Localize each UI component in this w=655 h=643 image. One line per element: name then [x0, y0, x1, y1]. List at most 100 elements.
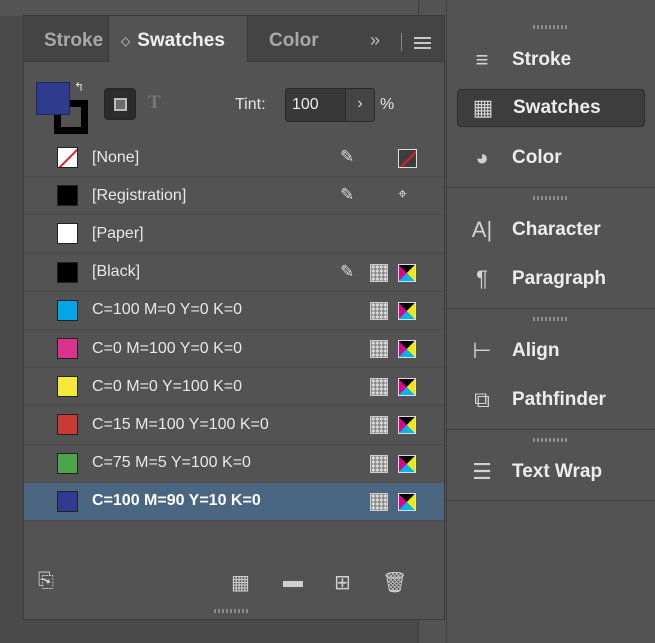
swatch-view-icon[interactable]: ▦: [231, 570, 250, 595]
swatch-row-magenta[interactable]: C=0 M=100 Y=0 K=0: [24, 330, 444, 369]
process-color-icon: [370, 416, 388, 435]
delete-swatch-icon[interactable]: 🗑: [382, 570, 407, 595]
swatch-chip: [57, 452, 78, 474]
dock-item-label: Pathfinder: [512, 389, 606, 410]
tab-bar-divider: [401, 33, 402, 51]
formatting-affects-container-button[interactable]: [104, 88, 136, 120]
dock-item-character[interactable]: A| Character: [457, 211, 645, 249]
dock-group-grip[interactable]: [533, 438, 567, 442]
formatting-affects-text-icon[interactable]: T: [148, 92, 161, 114]
panel-resize-grip[interactable]: [214, 609, 250, 613]
cannot-edit-icon: ✎: [340, 185, 355, 205]
dock-group-grip[interactable]: [533, 196, 567, 200]
swatch-chip: [57, 376, 78, 398]
cmyk-mode-icon: [398, 492, 416, 511]
swatch-chip: [57, 299, 78, 321]
swatch-row-paper[interactable]: [Paper]: [24, 215, 444, 254]
tab-stroke-label: Stroke: [44, 30, 104, 51]
dock-item-label: Swatches: [513, 97, 601, 118]
collapse-panel-icon[interactable]: »: [370, 30, 380, 51]
dock-item-text-wrap[interactable]: ☰ Text Wrap: [457, 453, 645, 491]
dock-group-grip[interactable]: [533, 25, 567, 29]
dock-item-align[interactable]: ⊢ Align: [457, 332, 645, 370]
dock-item-label: Color: [512, 147, 562, 168]
new-swatch-icon[interactable]: ⊞: [334, 570, 351, 595]
align-icon: ⊢: [472, 338, 492, 363]
swatch-row-red[interactable]: C=15 M=100 Y=100 K=0: [24, 406, 444, 445]
tab-sort-arrows-icon: ◇: [121, 34, 131, 48]
tint-input[interactable]: 100: [285, 88, 347, 122]
dock-group-divider: [447, 429, 655, 430]
panel-tab-bar: Stroke ◇ Swatches Color »: [24, 16, 444, 62]
swatches-header: ↰ T Tint: 100 › %: [24, 62, 444, 138]
swatch-list: [None] ✎ [Registration] ✎ ⌖ [Paper] [Bla…: [24, 139, 444, 521]
dock-group-grip[interactable]: [533, 317, 567, 321]
swatch-row-blue-selected[interactable]: C=100 M=90 Y=10 K=0: [24, 482, 444, 521]
process-color-icon: [370, 263, 388, 282]
cmyk-mode-icon: [398, 339, 416, 358]
text-wrap-icon: ☰: [472, 459, 492, 484]
swatch-row-none[interactable]: [None] ✎: [24, 139, 444, 178]
dock-item-pathfinder[interactable]: ⧉ Pathfinder: [457, 381, 645, 419]
dock-item-swatches[interactable]: ▦ Swatches: [457, 89, 645, 127]
swatch-name: C=15 M=100 Y=100 K=0: [92, 415, 269, 433]
swap-fill-stroke-icon[interactable]: ↰: [74, 80, 84, 94]
dock-group-divider: [447, 187, 655, 188]
swatch-row-green[interactable]: C=75 M=5 Y=100 K=0: [24, 445, 444, 483]
container-format-icon: [114, 98, 127, 111]
cannot-edit-icon: ✎: [340, 261, 355, 281]
cmyk-mode-icon: [398, 378, 416, 397]
swatch-name: C=0 M=0 Y=100 K=0: [92, 377, 243, 395]
swatch-chip: [57, 261, 78, 283]
dock-item-color[interactable]: ◕ Color: [457, 139, 645, 177]
process-color-icon: [370, 492, 388, 511]
swatch-chip: [57, 490, 78, 512]
swatch-chip: [57, 185, 78, 207]
tint-unit: %: [380, 96, 395, 113]
stroke-lines-icon: ≡: [475, 47, 489, 72]
tab-color[interactable]: Color: [269, 16, 319, 62]
swatch-name: C=0 M=100 Y=0 K=0: [92, 339, 243, 357]
tab-stroke[interactable]: Stroke: [24, 16, 108, 62]
process-color-icon: [370, 301, 388, 320]
tab-color-label: Color: [269, 30, 319, 51]
tab-swatches[interactable]: ◇ Swatches: [108, 16, 248, 62]
cmyk-mode-icon: [398, 301, 416, 320]
swatch-row-cyan[interactable]: C=100 M=0 Y=0 K=0: [24, 292, 444, 330]
collapse-panel-glyph: »: [370, 30, 381, 50]
tint-slider-toggle[interactable]: ›: [345, 88, 375, 122]
panel-menu-icon[interactable]: [414, 37, 431, 52]
cmyk-mode-icon: [398, 263, 416, 282]
panel-dock: ≡ Stroke ▦ Swatches ◕ Color A| Character…: [446, 0, 655, 643]
palette-icon: ◕: [475, 145, 489, 170]
new-color-group-folder-icon[interactable]: ▬: [283, 570, 303, 593]
swatch-row-yellow[interactable]: C=0 M=0 Y=100 K=0: [24, 368, 444, 407]
process-color-icon: [370, 454, 388, 473]
swatch-name: C=75 M=5 Y=100 K=0: [92, 454, 251, 472]
dock-group-divider: [447, 308, 655, 309]
window-top-edge: [0, 0, 445, 16]
dock-item-stroke[interactable]: ≡ Stroke: [457, 41, 645, 79]
swatch-row-black[interactable]: [Black] ✎: [24, 254, 444, 292]
cannot-edit-icon: ✎: [340, 147, 355, 166]
registration-icon: ⌖: [398, 186, 408, 204]
place-swatch-icon[interactable]: ⎘: [38, 570, 54, 593]
cmyk-mode-icon: [398, 416, 416, 435]
tint-label: Tint:: [235, 96, 266, 113]
dock-item-label: Text Wrap: [512, 461, 603, 482]
dock-item-paragraph[interactable]: ¶ Paragraph: [457, 260, 645, 298]
cmyk-mode-icon: [398, 454, 416, 473]
fill-swatch-indicator[interactable]: [36, 82, 70, 115]
dock-item-label: Stroke: [512, 49, 572, 70]
swatches-grid-icon: ▦: [472, 95, 494, 120]
swatch-chip: [57, 414, 78, 436]
dock-item-label: Align: [512, 340, 560, 361]
swatches-panel: Stroke ◇ Swatches Color » ↰ T Tint: 100 …: [23, 15, 445, 620]
swatch-chip: [57, 223, 78, 245]
swatch-row-registration[interactable]: [Registration] ✎ ⌖: [24, 177, 444, 216]
character-icon: A|: [471, 217, 493, 242]
swatch-chip: [57, 147, 78, 169]
process-color-icon: [370, 378, 388, 397]
pilcrow-icon: ¶: [476, 266, 488, 291]
none-type-icon: [398, 149, 417, 168]
